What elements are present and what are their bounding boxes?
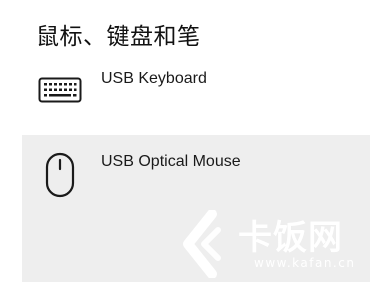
device-name: USB Keyboard	[101, 70, 207, 87]
device-name: USB Optical Mouse	[101, 153, 241, 170]
keyboard-icon	[38, 77, 82, 108]
device-item-usb-optical-mouse[interactable]: USB Optical Mouse	[22, 135, 370, 282]
section-title: 鼠标、键盘和笔	[36, 24, 201, 50]
device-item-usb-keyboard[interactable]: USB Keyboard	[22, 62, 370, 132]
mouse-icon	[45, 152, 75, 203]
devices-settings-page: 鼠标、键盘和笔 USB Keyboard USB Optical Mouse 卡…	[0, 0, 370, 282]
